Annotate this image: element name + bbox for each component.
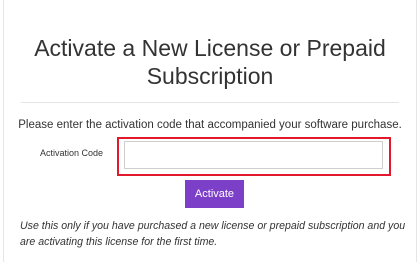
page-title: Activate a New License or Prepaid Subscr… [34,35,386,89]
activation-page: Activate a New License or Prepaid Subscr… [0,0,420,264]
activation-code-label: Activation Code [40,148,104,158]
instruction-text: Please enter the activation code that ac… [18,119,402,131]
activation-code-input[interactable] [124,141,383,169]
usage-note: Use this only if you have purchased a ne… [20,220,406,248]
activate-button[interactable]: Activate [185,180,244,208]
divider [21,102,399,103]
